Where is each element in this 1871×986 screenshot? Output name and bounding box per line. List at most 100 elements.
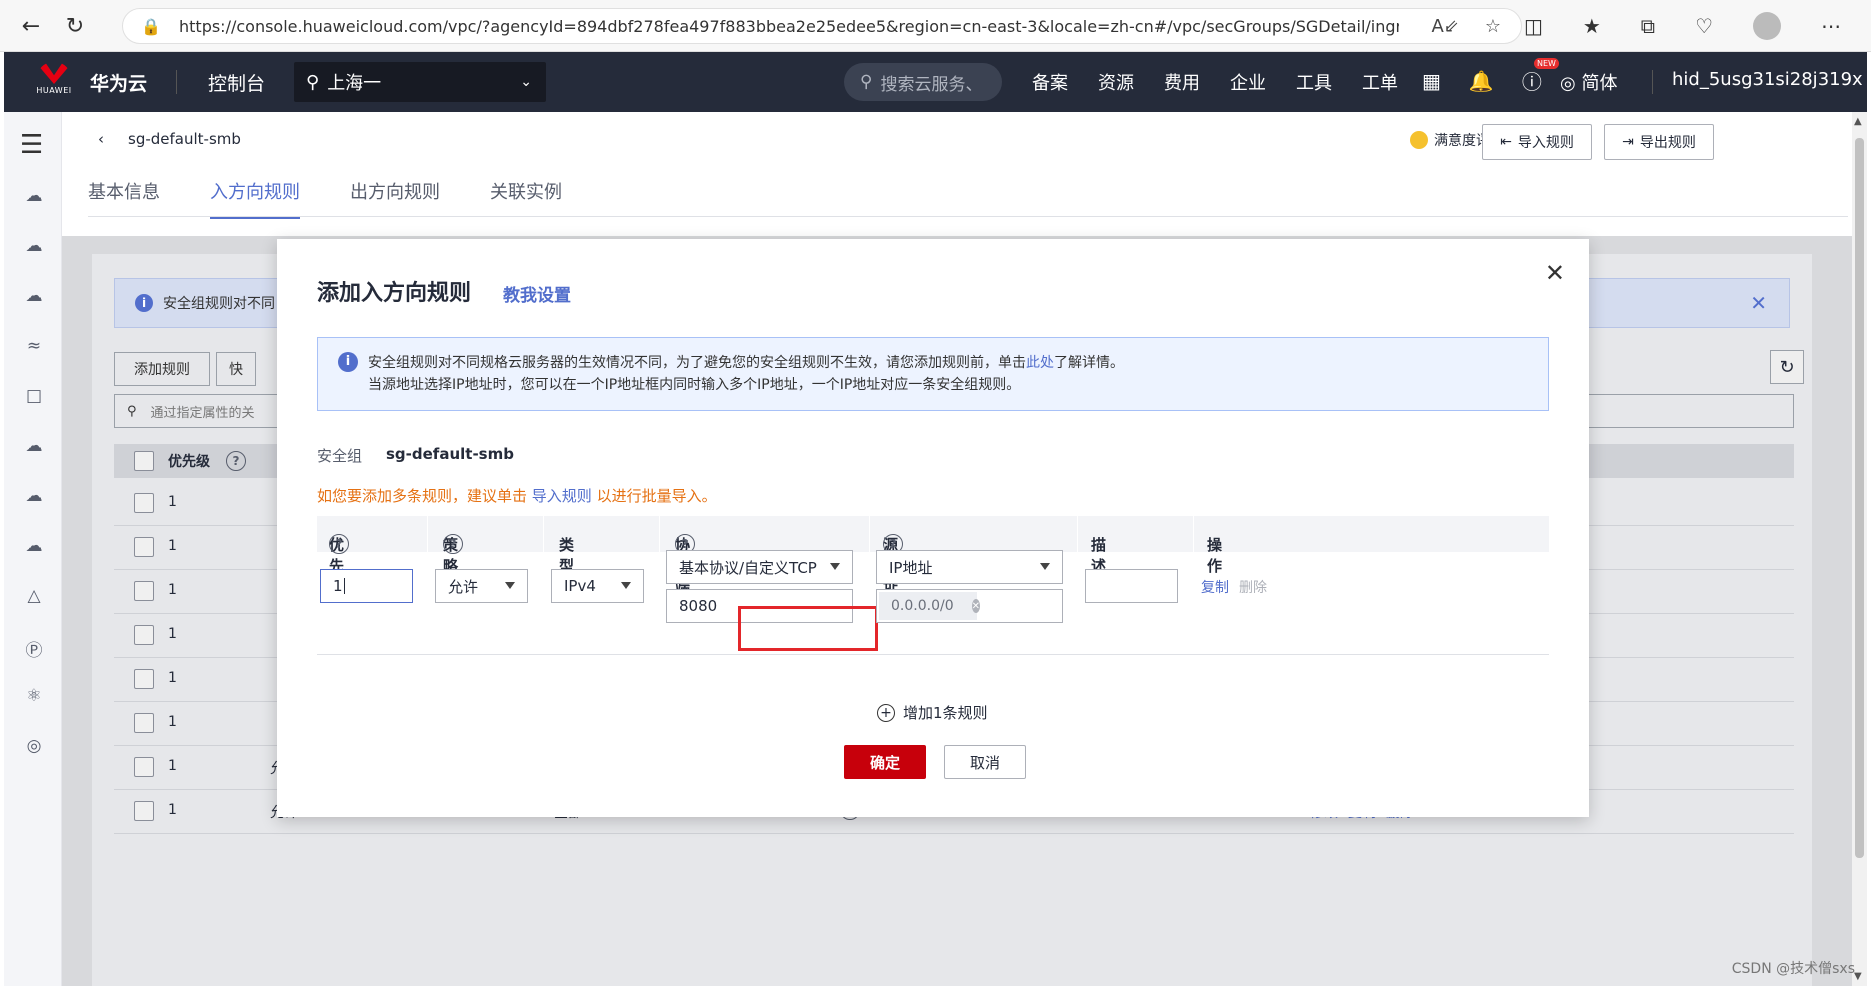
ip-icon[interactable]: Ⓟ (22, 636, 46, 661)
help-icon[interactable]: ? (443, 534, 463, 554)
plus-circle-icon: + (877, 703, 895, 722)
menu-hamburger-icon[interactable]: ☰ (20, 130, 43, 160)
row-checkbox[interactable] (134, 581, 154, 601)
favorites-icon[interactable]: ★ (1583, 14, 1601, 38)
close-icon[interactable]: ✕ (1545, 259, 1565, 287)
row-priority: 1 (168, 582, 177, 598)
profile-avatar[interactable] (1753, 12, 1781, 40)
cloud-upload-icon[interactable]: ☁ (22, 486, 46, 510)
detail-tabs: 基本信息 入方向规则 出方向规则 关联实例 (88, 178, 562, 219)
brand-name[interactable]: 华为云 (90, 69, 147, 96)
cancel-button[interactable]: 取消 (944, 745, 1026, 779)
menu-enterprise[interactable]: 企业 (1230, 69, 1266, 95)
cloud-storage-icon[interactable]: ☁ (22, 286, 46, 310)
tab-associated-instances[interactable]: 关联实例 (490, 178, 562, 219)
header-priority: 优先级 (168, 454, 210, 470)
browser-health-icon[interactable]: ♡ (1695, 14, 1713, 38)
import-rules-button[interactable]: ⇤ 导入规则 (1482, 124, 1592, 160)
notification-bell-icon[interactable]: 🔔 (1469, 69, 1494, 93)
row-priority: 1 (168, 758, 177, 774)
delete-row-link[interactable]: 删除 (1239, 577, 1267, 597)
cloud-icon[interactable]: ☁ (22, 436, 46, 460)
type-select[interactable]: IPv4 (551, 569, 644, 603)
database-icon[interactable]: □ (22, 386, 46, 410)
row-checkbox[interactable] (134, 801, 154, 821)
source-ip-tag[interactable]: 0.0.0.0/0 ✕ (879, 592, 980, 620)
export-icon: ⇥ (1622, 134, 1634, 150)
rule-table-header: 优先级? 策略? 类型 协议端口? 源地址? 描述 操作 (317, 516, 1549, 617)
new-badge: NEW (1534, 58, 1559, 69)
split-screen-icon[interactable]: ◫ (1524, 14, 1543, 38)
cloud-chat-icon[interactable]: ☁ (22, 236, 46, 260)
network-icon[interactable]: ≈ (22, 336, 46, 360)
remove-tag-icon[interactable]: ✕ (971, 599, 980, 613)
info-icon: i (135, 294, 153, 312)
description-input[interactable] (1085, 569, 1178, 603)
user-account[interactable]: hid_5usg31si28j319x (1672, 69, 1863, 90)
row-checkbox[interactable] (134, 537, 154, 557)
tab-inbound-rules[interactable]: 入方向规则 (210, 178, 300, 219)
menu-billing[interactable]: 费用 (1164, 69, 1200, 95)
collections-icon[interactable]: ⧉ (1641, 14, 1655, 38)
service-search[interactable]: ⚲ 搜索云服务、 (844, 63, 1002, 101)
help-icon[interactable]: ? (226, 451, 246, 471)
protocol-select[interactable]: 基本协议/自定义TCP (666, 550, 853, 584)
menu-tools[interactable]: 工具 (1296, 69, 1332, 95)
priority-input[interactable]: 1 (320, 569, 413, 603)
globe-nav-icon[interactable]: ◎ (22, 736, 46, 760)
menu-tickets[interactable]: 工单 (1362, 69, 1398, 95)
row-checkbox[interactable] (134, 669, 154, 689)
row-priority: 1 (168, 670, 177, 686)
menu-beian[interactable]: 备案 (1032, 69, 1068, 95)
read-aloud-icon[interactable]: A⇙ (1431, 16, 1458, 37)
vertical-scrollbar[interactable]: ▲ ▼ (1852, 112, 1867, 986)
refresh-icon[interactable]: ↻ (1770, 350, 1804, 384)
reload-icon[interactable]: ↻ (60, 11, 90, 41)
region-select[interactable]: ⚲ 上海一 ⌄ (294, 62, 546, 102)
select-all-checkbox[interactable] (134, 451, 154, 471)
close-icon[interactable]: ✕ (1750, 291, 1767, 315)
row-checkbox[interactable] (134, 493, 154, 513)
cluster-icon[interactable]: ⚛ (22, 686, 46, 710)
col-actions: 操作 (1207, 536, 1223, 575)
confirm-button[interactable]: 确定 (844, 745, 926, 779)
terminal-icon[interactable]: ▦ (1422, 69, 1441, 93)
address-bar[interactable]: 🔒 https://console.huaweicloud.com/vpc/?a… (122, 8, 1522, 44)
add-rule-button[interactable]: 添加规则 (114, 352, 210, 386)
search-icon: ⚲ (127, 403, 137, 419)
console-link[interactable]: 控制台 (208, 69, 265, 96)
copy-row-link[interactable]: 复制 (1201, 577, 1229, 597)
tab-outbound-rules[interactable]: 出方向规则 (350, 178, 440, 219)
back-chevron-icon[interactable]: ‹ (98, 130, 104, 148)
search-placeholder: 搜索云服务、 (880, 74, 983, 95)
menu-resources[interactable]: 资源 (1098, 69, 1134, 95)
source-type-select[interactable]: IP地址 (876, 550, 1063, 584)
cloud-server-icon[interactable]: ☁ (22, 186, 46, 210)
teach-me-link[interactable]: 教我设置 (503, 281, 571, 306)
back-icon[interactable]: ← (16, 11, 46, 41)
huawei-logo[interactable]: HUAWEI (34, 62, 74, 102)
sg-label: 安全组 (317, 447, 363, 465)
row-checkbox[interactable] (134, 757, 154, 777)
caret-down-icon (505, 582, 515, 589)
row-priority: 1 (168, 802, 177, 818)
policy-select[interactable]: 允许 (435, 569, 528, 603)
dialog-title: 添加入方向规则 (317, 281, 472, 306)
more-menu-icon[interactable]: ⋯ (1821, 14, 1841, 38)
language-switch[interactable]: ◎ 简体 (1560, 69, 1617, 95)
add-one-rule-button[interactable]: + 增加1条规则 (877, 702, 988, 723)
help-icon[interactable]: ⓘ (1522, 66, 1542, 95)
caret-down-icon (1040, 563, 1050, 570)
url-text[interactable]: https://console.huaweicloud.com/vpc/?age… (179, 17, 1399, 36)
triangle-icon[interactable]: △ (22, 586, 46, 610)
quick-add-button[interactable]: 快 (216, 352, 256, 386)
row-checkbox[interactable] (134, 625, 154, 645)
cloud-sync-icon[interactable]: ☁ (22, 536, 46, 560)
help-icon[interactable]: ? (329, 534, 349, 554)
export-rules-button[interactable]: ⇥ 导出规则 (1604, 124, 1714, 160)
row-checkbox[interactable] (134, 713, 154, 733)
import-rules-link[interactable]: 导入规则 (532, 487, 592, 505)
details-link[interactable]: 此处 (1026, 355, 1054, 371)
favorite-star-icon[interactable]: ☆ (1485, 16, 1501, 37)
tab-basic-info[interactable]: 基本信息 (88, 178, 160, 219)
